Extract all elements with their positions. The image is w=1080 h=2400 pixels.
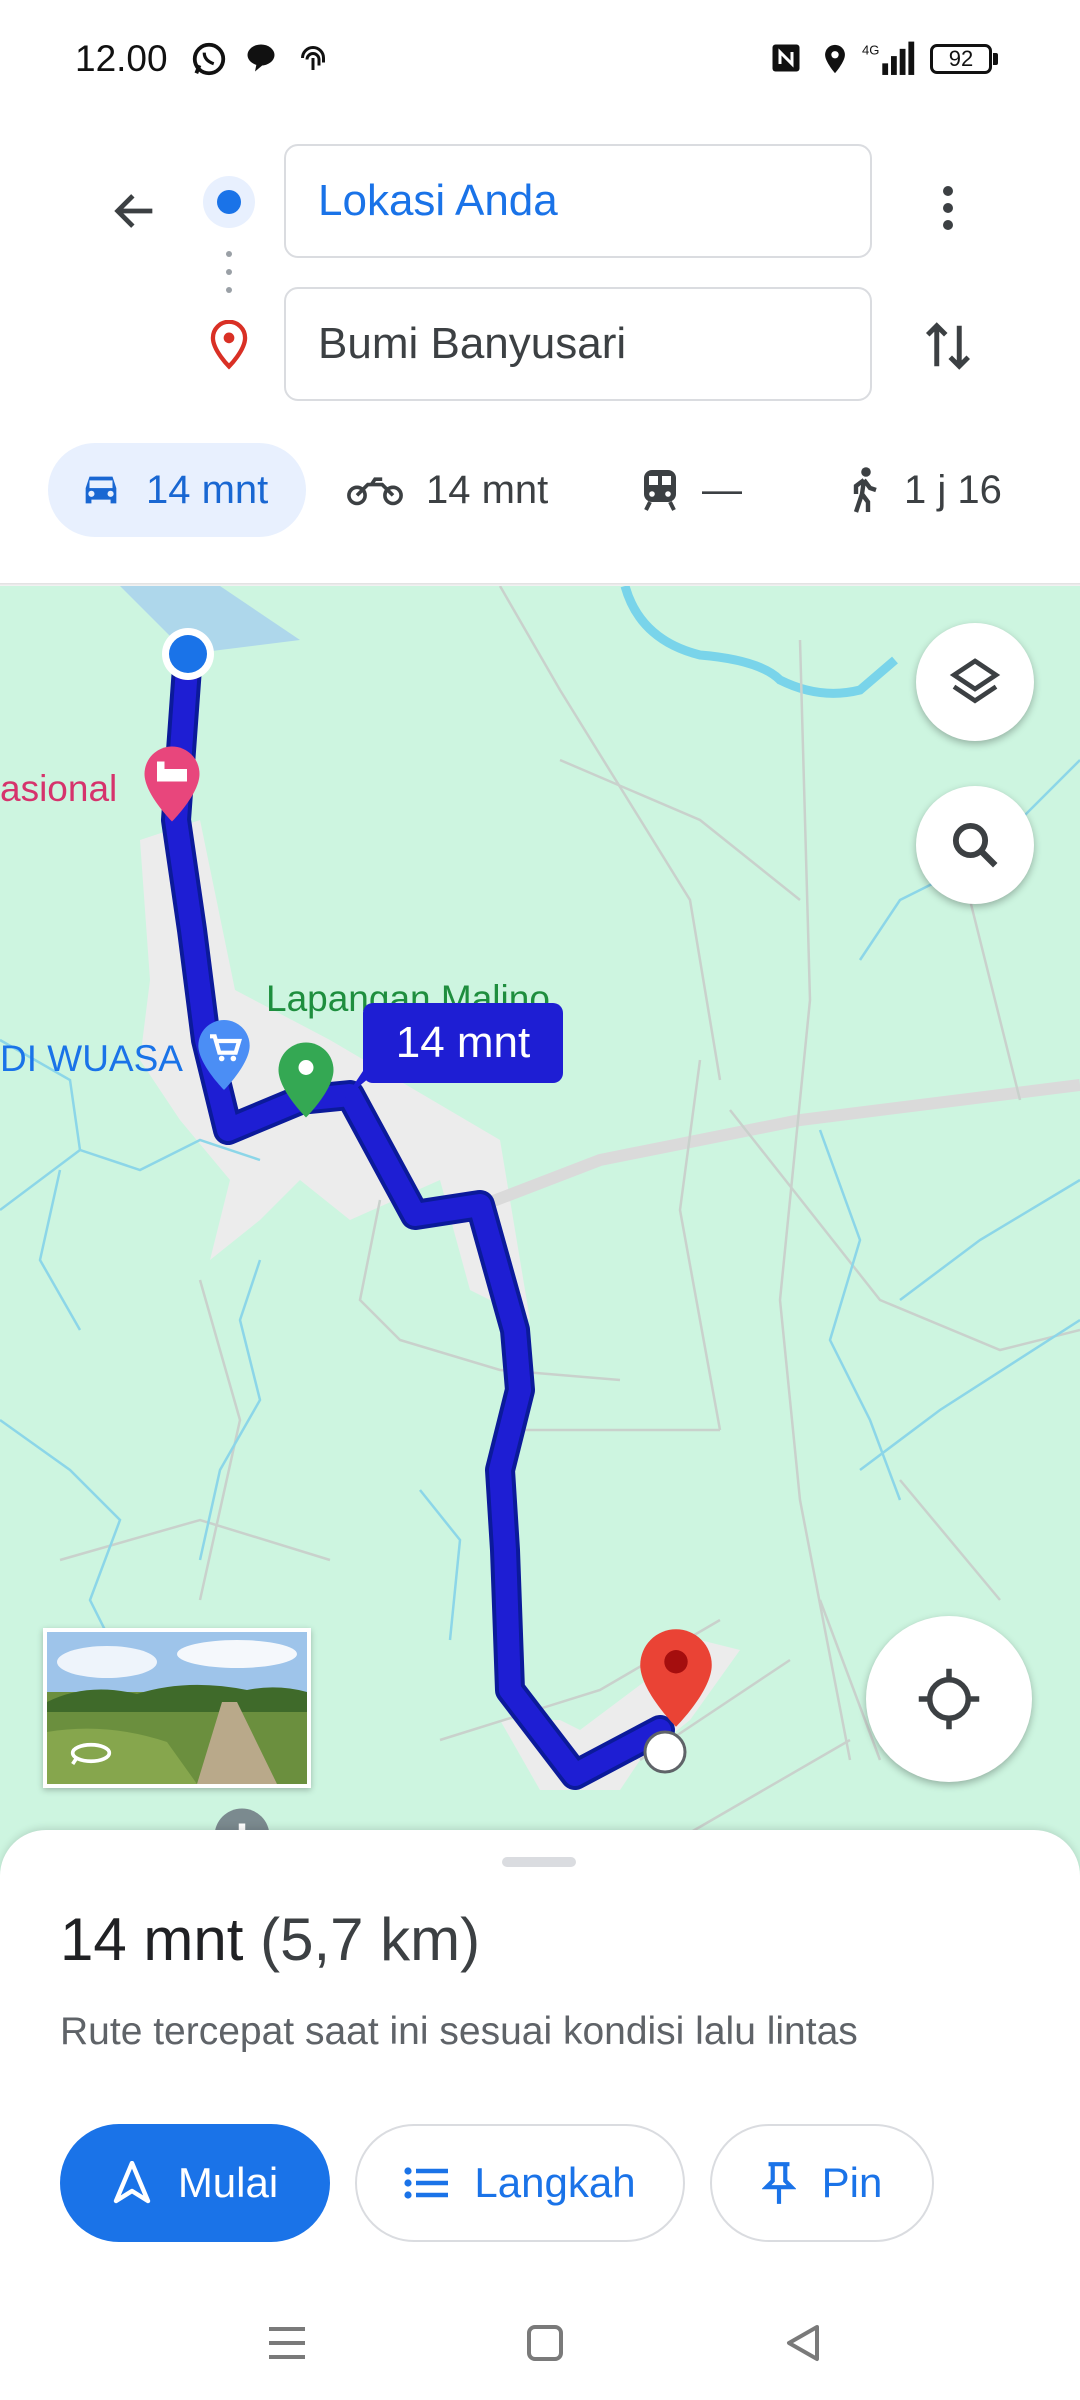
walk-icon bbox=[853, 467, 877, 513]
train-icon bbox=[644, 470, 676, 511]
arrow-back-icon bbox=[114, 194, 153, 228]
battery-icon: 92 bbox=[930, 44, 992, 74]
summary-time: 14 mnt bbox=[60, 1906, 244, 1973]
sheet-drag-handle[interactable] bbox=[502, 1857, 576, 1867]
route-eta-bubble[interactable]: 14 mnt bbox=[363, 1003, 563, 1083]
more-vert-icon bbox=[943, 186, 953, 230]
route-dots bbox=[226, 251, 232, 293]
mode-tab-walk[interactable]: 1 j 16 bbox=[842, 443, 1002, 537]
svg-text:4G: 4G bbox=[862, 43, 879, 58]
destination-pin-icon bbox=[210, 320, 248, 370]
location-status-icon bbox=[825, 44, 845, 74]
pin-label: Pin bbox=[821, 2159, 883, 2206]
back-button[interactable] bbox=[92, 168, 178, 254]
destination-value: Bumi Banyusari bbox=[318, 319, 627, 368]
mode-car-label: 14 mnt bbox=[146, 467, 269, 512]
mode-tab-car[interactable]: 14 mnt bbox=[48, 443, 306, 537]
home-square-icon bbox=[527, 2325, 563, 2361]
status-bar: 12.00 4G 92 bbox=[0, 0, 1080, 125]
poi-hotel-label[interactable]: asional bbox=[0, 768, 117, 810]
menu-icon bbox=[269, 2327, 305, 2359]
chat-icon bbox=[247, 44, 275, 72]
search-icon bbox=[952, 822, 998, 868]
origin-value: Lokasi Anda bbox=[318, 176, 558, 225]
swap-vert-icon bbox=[925, 322, 971, 370]
route-summary: 14 mnt (5,7 km) bbox=[60, 1905, 480, 1974]
rotate-360-icon bbox=[70, 1742, 112, 1766]
start-label: Mulai bbox=[177, 2159, 279, 2206]
mode-tab-transit[interactable]: — bbox=[640, 443, 742, 537]
route-description: Rute tercepat saat ini sesuai kondisi la… bbox=[60, 2010, 858, 2053]
battery-tip bbox=[993, 53, 998, 65]
battery-level: 92 bbox=[948, 46, 974, 71]
swap-locations-button[interactable] bbox=[906, 304, 990, 388]
home-nav-button[interactable] bbox=[510, 2308, 580, 2378]
origin-field[interactable]: Lokasi Anda bbox=[284, 144, 872, 258]
start-navigation-button[interactable]: Mulai bbox=[60, 2124, 330, 2242]
summary-distance: (5,7 km) bbox=[260, 1906, 481, 1973]
route-eta-label: 14 mnt bbox=[395, 1018, 531, 1067]
my-location-button[interactable] bbox=[866, 1616, 1032, 1782]
signal-icon: 4G bbox=[862, 41, 915, 75]
list-icon bbox=[404, 2167, 449, 2199]
nfc-icon bbox=[772, 44, 800, 72]
origin-dot-icon bbox=[203, 176, 255, 228]
destination-field[interactable]: Bumi Banyusari bbox=[284, 287, 872, 401]
mode-transit-label: — bbox=[702, 467, 742, 512]
search-along-route-button[interactable] bbox=[916, 786, 1034, 904]
mode-motorcycle-label: 14 mnt bbox=[426, 467, 549, 512]
car-icon bbox=[85, 476, 117, 504]
poi-shop-label[interactable]: DI WUASA bbox=[0, 1038, 183, 1080]
more-options-button[interactable] bbox=[906, 166, 990, 250]
layers-icon bbox=[949, 658, 1001, 704]
fingerprint-icon bbox=[301, 46, 325, 70]
layers-button[interactable] bbox=[916, 623, 1034, 741]
destination-marker-icon[interactable] bbox=[636, 1626, 716, 1730]
hotel-pin-icon[interactable] bbox=[142, 744, 202, 824]
mode-walk-label: 1 j 16 bbox=[904, 467, 1002, 512]
clock: 12.00 bbox=[75, 38, 168, 79]
pin-trip-button[interactable]: Pin bbox=[710, 2124, 934, 2242]
crosshair-icon bbox=[918, 1668, 980, 1730]
whatsapp-icon bbox=[192, 42, 226, 76]
motorcycle-icon bbox=[347, 477, 403, 506]
steps-button[interactable]: Langkah bbox=[355, 2124, 685, 2242]
steps-label: Langkah bbox=[474, 2159, 636, 2206]
street-view-thumbnail[interactable] bbox=[43, 1628, 311, 1788]
back-nav-button[interactable] bbox=[768, 2308, 838, 2378]
park-pin-icon[interactable] bbox=[276, 1038, 336, 1122]
shopping-pin-icon[interactable] bbox=[196, 1016, 252, 1094]
menu-nav-button[interactable] bbox=[252, 2308, 322, 2378]
pushpin-icon bbox=[761, 2162, 796, 2204]
navigation-arrow-icon bbox=[113, 2161, 151, 2204]
mode-tab-motorcycle[interactable]: 14 mnt bbox=[346, 443, 548, 537]
back-triangle-icon bbox=[787, 2325, 819, 2361]
